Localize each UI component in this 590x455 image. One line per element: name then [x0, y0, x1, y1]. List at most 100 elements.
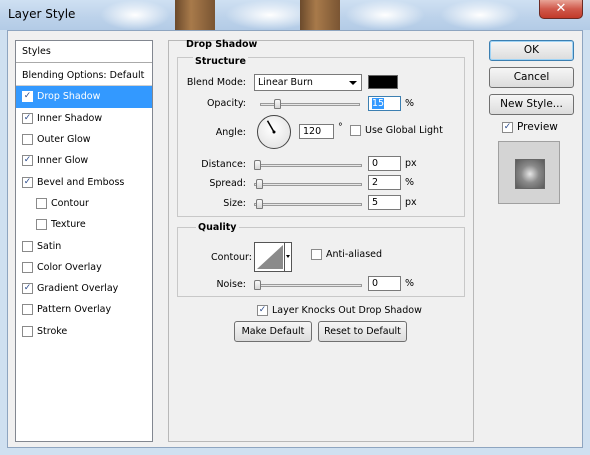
size-slider-handle[interactable]	[256, 199, 264, 209]
background-image-strip	[175, 0, 215, 30]
preview-label: Preview	[517, 121, 558, 133]
checkbox-icon[interactable]: ✓	[22, 283, 33, 295]
noise-unit: %	[405, 278, 415, 289]
style-item-drop-shadow[interactable]: ✓ Drop Shadow	[16, 86, 152, 108]
preview-swatch	[515, 159, 545, 189]
checkbox-icon[interactable]	[22, 134, 33, 146]
checkbox-icon[interactable]: ✓	[22, 155, 33, 167]
blend-mode-value: Linear Burn	[258, 77, 313, 88]
style-item-texture[interactable]: Texture	[16, 214, 152, 235]
checkbox-icon[interactable]	[22, 261, 33, 273]
opacity-unit: %	[405, 98, 415, 109]
style-item-stroke[interactable]: Stroke	[16, 321, 152, 342]
close-button[interactable]: ✕	[539, 0, 583, 19]
drop-shadow-panel: Drop Shadow Structure Blend Mode: Linear…	[168, 39, 474, 442]
style-item-inner-shadow[interactable]: ✓ Inner Shadow	[16, 108, 152, 129]
size-value: 5	[372, 197, 379, 208]
noise-slider-handle[interactable]	[254, 280, 261, 290]
contour-picker[interactable]	[254, 242, 292, 272]
anti-aliased-checkbox[interactable]: Anti-aliased	[311, 249, 382, 260]
angle-input[interactable]: 120	[299, 124, 334, 139]
opacity-input[interactable]: 15	[368, 96, 401, 111]
checkbox-icon[interactable]	[36, 197, 47, 209]
styles-list: Styles Blending Options: Default ✓ Drop Sh…	[15, 40, 153, 442]
style-item-label: Drop Shadow	[37, 91, 101, 103]
spread-slider-track[interactable]	[254, 183, 362, 186]
style-item-label: Color Overlay	[37, 261, 102, 273]
title-bar-glow	[440, 0, 520, 30]
shadow-color-swatch[interactable]	[368, 75, 398, 89]
size-slider-track[interactable]	[254, 203, 362, 206]
checkbox-icon[interactable]: ✓	[22, 176, 33, 188]
style-item-label: Texture	[51, 219, 86, 231]
contour-curve-icon	[257, 243, 290, 271]
distance-slider-handle[interactable]	[254, 160, 261, 170]
distance-value: 0	[372, 158, 379, 169]
contour-label: Contour:	[211, 252, 252, 263]
panel-title: Drop Shadow	[186, 39, 258, 50]
background-image-strip	[300, 0, 340, 30]
noise-slider-track[interactable]	[254, 284, 362, 287]
distance-label: Distance:	[201, 159, 246, 170]
anti-aliased-label: Anti-aliased	[326, 249, 383, 260]
quality-group: Quality Contour: Anti-aliased Noise: 0 %	[177, 222, 465, 297]
layer-knocks-out-label: Layer Knocks Out Drop Shadow	[272, 305, 422, 316]
close-icon: ✕	[555, 1, 567, 16]
style-item-outer-glow[interactable]: Outer Glow	[16, 129, 152, 150]
angle-value: 120	[303, 126, 322, 137]
checkbox-icon[interactable]	[22, 325, 33, 337]
new-style-button[interactable]: New Style...	[489, 94, 574, 115]
reset-to-default-button[interactable]: Reset to Default	[318, 321, 407, 342]
title-bar-glow	[345, 0, 425, 30]
layer-knocks-out-checkbox[interactable]: ✓ Layer Knocks Out Drop Shadow	[257, 305, 422, 316]
opacity-slider-handle[interactable]	[273, 99, 281, 109]
style-item-label: Contour	[51, 197, 89, 209]
ok-button[interactable]: OK	[489, 40, 574, 61]
blend-mode-select[interactable]: Linear Burn	[254, 74, 362, 91]
checkbox-icon[interactable]: ✓	[22, 91, 33, 103]
style-item-satin[interactable]: Satin	[16, 235, 152, 256]
style-item-label: Stroke	[37, 325, 68, 337]
preview-checkbox[interactable]: ✓ Preview	[502, 121, 558, 133]
size-input[interactable]: 5	[368, 195, 401, 210]
structure-title: Structure	[193, 56, 248, 67]
style-item-blending-options-default[interactable]: Blending Options: Default	[16, 65, 152, 87]
make-default-button[interactable]: Make Default	[234, 321, 312, 342]
spread-slider-handle[interactable]	[256, 179, 264, 189]
angle-needle-icon	[266, 120, 276, 134]
quality-title: Quality	[196, 222, 239, 233]
title-bar	[0, 0, 590, 30]
spread-unit: %	[405, 177, 415, 188]
style-item-label: Inner Shadow	[37, 112, 103, 124]
angle-label: Angle:	[215, 127, 246, 138]
checkbox-icon[interactable]	[36, 219, 47, 231]
noise-input[interactable]: 0	[368, 276, 401, 291]
angle-dial[interactable]	[257, 115, 291, 149]
style-item-label: Outer Glow	[37, 134, 91, 146]
distance-slider-track[interactable]	[254, 164, 362, 167]
style-item-label: Gradient Overlay	[37, 283, 119, 295]
distance-input[interactable]: 0	[368, 156, 401, 171]
checkbox-icon[interactable]	[22, 240, 33, 252]
cancel-button[interactable]: Cancel	[489, 67, 574, 88]
style-item-gradient-overlay[interactable]: ✓ Gradient Overlay	[16, 278, 152, 299]
window-title: Layer Style	[8, 7, 76, 21]
checkbox-icon	[311, 249, 322, 260]
checkbox-icon[interactable]	[22, 304, 33, 316]
structure-group: Structure Blend Mode: Linear Burn Opacit…	[177, 56, 465, 217]
style-item-color-overlay[interactable]: Color Overlay	[16, 257, 152, 278]
blend-mode-label: Blend Mode:	[186, 77, 246, 88]
style-item-pattern-overlay[interactable]: Pattern Overlay	[16, 299, 152, 320]
style-item-inner-glow[interactable]: ✓ Inner Glow	[16, 150, 152, 171]
checkbox-icon[interactable]: ✓	[22, 112, 33, 124]
style-item-label: Bevel and Emboss	[37, 176, 125, 188]
opacity-label: Opacity:	[206, 98, 246, 109]
checkbox-icon	[350, 125, 361, 136]
angle-unit: °	[338, 122, 343, 133]
spread-input[interactable]: 2	[368, 175, 401, 190]
opacity-value: 15	[372, 98, 385, 109]
size-unit: px	[405, 197, 417, 208]
style-item-contour[interactable]: Contour	[16, 193, 152, 214]
style-item-bevel-and-emboss[interactable]: ✓ Bevel and Emboss	[16, 172, 152, 193]
use-global-light-checkbox[interactable]: Use Global Light	[350, 125, 443, 136]
